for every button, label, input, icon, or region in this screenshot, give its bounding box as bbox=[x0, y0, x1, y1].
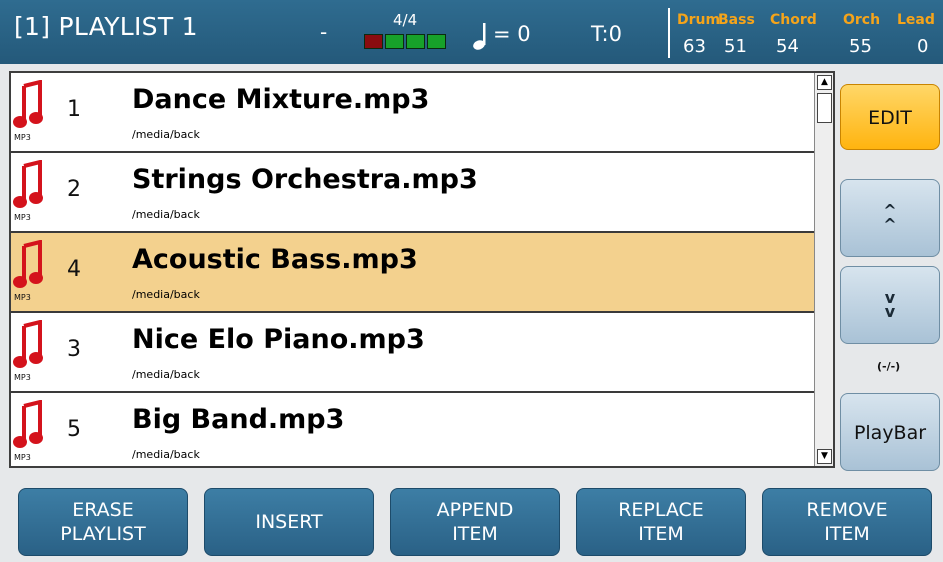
style-name-placeholder: - bbox=[320, 20, 328, 44]
music-note-icon bbox=[13, 160, 43, 208]
music-note-icon bbox=[13, 240, 43, 288]
header-bar: [1] PLAYLIST 1 - 4/4 = 0 T:0 Drum Bass C… bbox=[0, 0, 943, 64]
playlist-title: [1] PLAYLIST 1 bbox=[14, 12, 198, 41]
beat-cell bbox=[406, 34, 425, 49]
song-title: Nice Elo Piano.mp3 bbox=[132, 324, 425, 355]
item-number: 4 bbox=[67, 257, 81, 282]
button-label-line1: APPEND bbox=[436, 499, 514, 521]
volume-value-lead: 0 bbox=[917, 36, 929, 57]
mp3-label: MP3 bbox=[14, 293, 31, 302]
song-path: /media/back bbox=[132, 448, 200, 461]
erase-playlist-button[interactable]: ERASE PLAYLIST bbox=[18, 488, 188, 556]
beat-cell bbox=[385, 34, 404, 49]
mp3-label: MP3 bbox=[14, 373, 31, 382]
beat-cell bbox=[364, 34, 383, 49]
list-scrollbar[interactable]: ▲ ▼ bbox=[814, 73, 833, 466]
item-number: 3 bbox=[67, 337, 81, 362]
double-chevron-down-icon: vv bbox=[884, 288, 896, 321]
song-path: /media/back bbox=[132, 128, 200, 141]
volume-label-orch: Orch bbox=[843, 12, 881, 28]
button-label-line1: ERASE bbox=[72, 499, 134, 521]
song-path: /media/back bbox=[132, 368, 200, 381]
volume-value-bass: 51 bbox=[724, 36, 747, 57]
replace-item-button[interactable]: REPLACE ITEM bbox=[576, 488, 746, 556]
insert-button[interactable]: INSERT bbox=[204, 488, 374, 556]
volume-label-lead: Lead bbox=[897, 12, 935, 28]
button-label-line2: PLAYLIST bbox=[60, 523, 146, 545]
song-title: Big Band.mp3 bbox=[132, 404, 345, 435]
tempo-value: = 0 bbox=[493, 22, 531, 46]
transpose-value: T:0 bbox=[591, 22, 622, 46]
playbar-button[interactable]: PlayBar bbox=[840, 393, 940, 471]
mp3-label: MP3 bbox=[14, 213, 31, 222]
move-down-button[interactable]: vv bbox=[840, 266, 940, 344]
playlist-list: MP3 1 Dance Mixture.mp3 /media/back MP3 … bbox=[9, 71, 835, 468]
music-note-icon bbox=[13, 400, 43, 448]
time-signature: 4/4 bbox=[393, 11, 418, 29]
button-label-line2: ITEM bbox=[638, 523, 684, 545]
song-title: Strings Orchestra.mp3 bbox=[132, 164, 478, 195]
item-number: 1 bbox=[67, 97, 81, 122]
music-note-icon bbox=[13, 320, 43, 368]
playlist-row[interactable]: MP3 1 Dance Mixture.mp3 /media/back bbox=[11, 73, 814, 153]
volume-label-chord: Chord bbox=[770, 12, 817, 28]
button-label-line2: ITEM bbox=[452, 523, 498, 545]
button-label-line1: REMOVE bbox=[806, 499, 888, 521]
volume-label-bass: Bass bbox=[718, 12, 755, 28]
button-label-line1: INSERT bbox=[255, 511, 323, 533]
append-item-button[interactable]: APPEND ITEM bbox=[390, 488, 560, 556]
song-path: /media/back bbox=[132, 208, 200, 221]
song-title: Acoustic Bass.mp3 bbox=[132, 244, 418, 275]
volume-label-drum: Drum bbox=[677, 12, 721, 28]
beat-cell bbox=[427, 34, 446, 49]
right-panel: EDIT ^ ^ vv (-/-) PlayBar bbox=[835, 71, 943, 471]
volume-value-chord: 54 bbox=[776, 36, 799, 57]
scroll-thumb[interactable] bbox=[817, 93, 832, 123]
button-label-line1: REPLACE bbox=[618, 499, 704, 521]
mp3-label: MP3 bbox=[14, 133, 31, 142]
scroll-up-arrow-icon[interactable]: ▲ bbox=[817, 75, 832, 90]
volume-value-orch: 55 bbox=[849, 36, 872, 57]
volume-value-drum: 63 bbox=[683, 36, 706, 57]
song-title: Dance Mixture.mp3 bbox=[132, 84, 430, 115]
position-indicator: (-/-) bbox=[877, 360, 901, 373]
scroll-down-arrow-icon[interactable]: ▼ bbox=[817, 449, 832, 464]
beat-meter bbox=[364, 34, 446, 49]
double-chevron-up-icon: ^ ^ bbox=[883, 201, 897, 234]
playlist-row[interactable]: MP3 2 Strings Orchestra.mp3 /media/back bbox=[11, 153, 814, 233]
item-number: 2 bbox=[67, 177, 81, 202]
move-up-button[interactable]: ^ ^ bbox=[840, 179, 940, 257]
button-label-line2: ITEM bbox=[824, 523, 870, 545]
edit-button[interactable]: EDIT bbox=[840, 84, 940, 150]
mp3-label: MP3 bbox=[14, 453, 31, 462]
bottom-button-bar: ERASE PLAYLIST INSERT APPEND ITEM REPLAC… bbox=[0, 478, 943, 562]
music-note-icon bbox=[13, 80, 43, 128]
playlist-row[interactable]: MP3 5 Big Band.mp3 /media/back bbox=[11, 393, 814, 466]
song-path: /media/back bbox=[132, 288, 200, 301]
item-number: 5 bbox=[67, 417, 81, 442]
playlist-row[interactable]: MP3 3 Nice Elo Piano.mp3 /media/back bbox=[11, 313, 814, 393]
quarter-note-icon bbox=[473, 23, 486, 50]
playlist-row-selected[interactable]: MP3 4 Acoustic Bass.mp3 /media/back bbox=[11, 233, 814, 313]
remove-item-button[interactable]: REMOVE ITEM bbox=[762, 488, 932, 556]
header-divider bbox=[668, 8, 670, 58]
